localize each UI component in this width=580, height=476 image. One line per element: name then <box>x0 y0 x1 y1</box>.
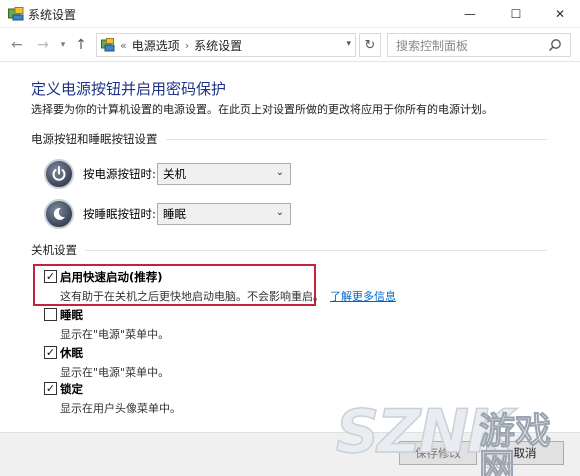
moon-icon <box>44 199 74 229</box>
arrow-up-icon: ↑ <box>75 37 87 53</box>
arrow-left-icon: ← <box>11 37 23 53</box>
chevron-down-icon: ⌄ <box>275 207 284 218</box>
refresh-button[interactable]: ↻ <box>359 33 381 57</box>
site-watermark: SZNK 游戏网 .com <box>335 398 580 476</box>
section-heading-text: 电源按钮和睡眠按钮设置 <box>31 132 158 146</box>
sleep-checkbox[interactable] <box>44 308 57 321</box>
divider <box>85 249 547 251</box>
sleep-symbol-icon <box>53 207 65 220</box>
power-button-action-select[interactable]: 关机 ⌄ <box>157 163 291 185</box>
maximize-icon: ☐ <box>510 7 522 21</box>
maximize-button[interactable]: ☐ <box>494 0 538 28</box>
close-button[interactable]: ✕ <box>538 0 580 28</box>
lock-checkbox[interactable]: ✓ <box>44 382 57 395</box>
power-symbol-icon <box>52 166 66 181</box>
hibernate-checkbox[interactable]: ✓ <box>44 346 57 359</box>
check-icon: ✓ <box>45 270 56 283</box>
select-value: 关机 <box>163 167 186 181</box>
refresh-icon: ↻ <box>364 37 376 53</box>
check-icon: ✓ <box>45 382 56 395</box>
page-title: 定义电源按钮并启用密码保护 <box>31 80 227 98</box>
fast-startup-description: 这有助于在关机之后更快地启动电脑。不会影响重启。 了解更多信息 <box>60 288 396 304</box>
minimize-button[interactable]: — <box>448 0 492 28</box>
recent-locations-button[interactable]: ▾ <box>54 36 72 54</box>
sleep-button-action-select[interactable]: 睡眠 ⌄ <box>157 203 291 225</box>
fast-startup-checkbox[interactable]: ✓ <box>44 270 57 283</box>
lock-label: 锁定 <box>60 382 83 396</box>
page-description: 选择要为你的计算机设置的电源设置。在此页上对设置所做的更改将应用于你所有的电源计… <box>31 103 493 116</box>
divider <box>165 138 547 140</box>
check-icon: ✓ <box>45 346 56 359</box>
breadcrumb-power-options[interactable]: 电源选项 <box>132 37 180 54</box>
section-heading-text: 关机设置 <box>31 243 77 257</box>
power-button-label: 按电源按钮时: <box>83 167 156 181</box>
chevron-down-icon: ⌄ <box>275 167 284 178</box>
select-value: 睡眠 <box>163 207 186 221</box>
sleep-description: 显示在"电源"菜单中。 <box>60 328 170 341</box>
control-panel-icon <box>8 7 24 21</box>
control-panel-icon <box>101 38 115 52</box>
window-title: 系统设置 <box>28 8 77 22</box>
sleep-button-label: 按睡眠按钮时: <box>83 207 156 221</box>
breadcrumb-overflow-icon[interactable]: « <box>120 39 127 52</box>
lock-description: 显示在用户头像菜单中。 <box>60 402 181 415</box>
search-icon <box>548 39 561 52</box>
power-icon <box>44 159 74 189</box>
title-bar: 系统设置 — ☐ ✕ <box>0 0 580 28</box>
breadcrumb-separator-icon: › <box>184 38 190 52</box>
back-button[interactable]: ← <box>8 36 26 54</box>
breadcrumb-system-settings[interactable]: 系统设置 <box>194 37 242 54</box>
learn-more-link[interactable]: 了解更多信息 <box>330 290 396 303</box>
address-toolbar: ← → ▾ ↑ « 电源选项 › 系统设置 ▾ ↻ 搜索控制面板 <box>0 28 580 62</box>
address-field[interactable]: « 电源选项 › 系统设置 ▾ <box>96 33 356 57</box>
fast-startup-label: 启用快速启动(推荐) <box>60 270 163 284</box>
sleep-label: 睡眠 <box>60 308 83 322</box>
sleep-button-row: 按睡眠按钮时: 睡眠 ⌄ <box>44 198 291 230</box>
search-placeholder: 搜索控制面板 <box>396 38 469 53</box>
up-button[interactable]: ↑ <box>72 36 90 54</box>
description-text: 这有助于在关机之后更快地启动电脑。不会影响重启。 <box>60 290 324 303</box>
close-icon: ✕ <box>554 7 566 21</box>
chevron-down-icon[interactable]: ▾ <box>346 39 351 49</box>
chevron-down-icon: ▾ <box>60 40 66 50</box>
watermark-url: .com <box>486 458 513 471</box>
shutdown-section-heading: 关机设置 <box>31 242 547 258</box>
forward-button[interactable]: → <box>34 36 52 54</box>
arrow-right-icon: → <box>37 37 49 53</box>
hibernate-description: 显示在"电源"菜单中。 <box>60 366 170 379</box>
search-input[interactable]: 搜索控制面板 <box>387 33 571 57</box>
hibernate-label: 休眠 <box>60 346 83 360</box>
power-button-row: 按电源按钮时: 关机 ⌄ <box>44 158 291 190</box>
content-pane: 定义电源按钮并启用密码保护 选择要为你的计算机设置的电源设置。在此页上对设置所做… <box>0 62 580 432</box>
power-buttons-section-heading: 电源按钮和睡眠按钮设置 <box>31 131 547 147</box>
minimize-icon: — <box>464 7 476 21</box>
